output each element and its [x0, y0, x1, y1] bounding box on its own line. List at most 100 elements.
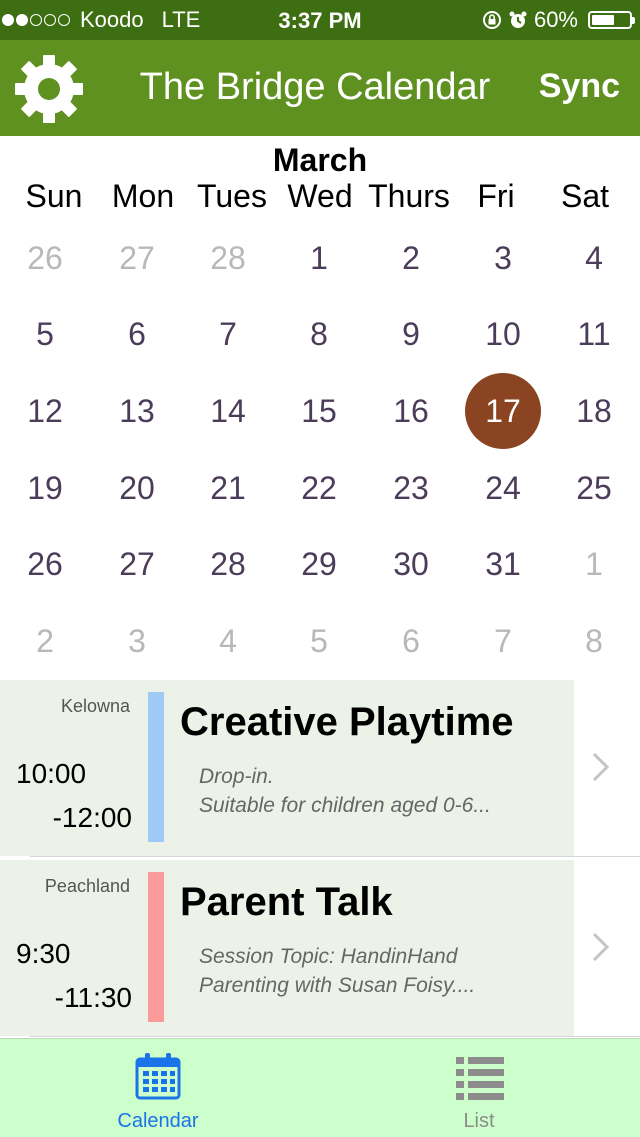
calendar-day-number: 4	[219, 623, 237, 659]
calendar-day-number: 21	[210, 469, 246, 506]
weekday-label: Mon	[111, 178, 175, 214]
calendar-day[interactable]: 2	[371, 220, 451, 296]
calendar-day[interactable]: 5	[5, 297, 85, 373]
weekday-label: Thurs	[368, 178, 450, 214]
calendar-day[interactable]: 28	[188, 527, 268, 603]
event-end-time: -12:00	[52, 802, 132, 833]
battery-icon	[588, 11, 635, 29]
calendar-day[interactable]: 7	[188, 297, 268, 373]
calendar-day[interactable]: 26	[5, 527, 85, 603]
sync-button[interactable]: Sync	[539, 67, 620, 106]
event-description-line: Suitable for children aged 0-6...	[199, 794, 491, 817]
event-title: Parent Talk	[180, 880, 393, 924]
calendar-day[interactable]: 29	[279, 527, 359, 603]
chevron-right-icon	[592, 932, 610, 962]
calendar-day[interactable]: 27	[97, 220, 177, 296]
event-location: Kelowna	[60, 696, 130, 716]
calendar-day-number: 20	[119, 469, 155, 506]
calendar-day[interactable]: 6	[97, 297, 177, 373]
event-description: Session Topic: HandinHand Parenting with…	[199, 942, 559, 1000]
calendar-day-number: 14	[210, 392, 246, 429]
calendar-day[interactable]: 24	[463, 450, 543, 526]
calendar-day-number: 23	[393, 469, 429, 506]
calendar-day-number: 4	[585, 239, 603, 276]
calendar-day[interactable]: 2	[5, 604, 85, 680]
calendar-day-number: 8	[585, 623, 603, 659]
calendar-day[interactable]: 4	[554, 220, 634, 296]
calendar-day[interactable]: 8	[554, 604, 634, 680]
event-description-line: Drop-in.	[199, 765, 274, 788]
calendar-day-selected[interactable]: 17	[463, 373, 543, 450]
calendar-day[interactable]: 30	[371, 527, 451, 603]
calendar-day[interactable]: 12	[5, 373, 85, 449]
event-start-time: 10:00	[16, 758, 87, 789]
list-icon	[456, 1057, 504, 1100]
calendar-day-number: 9	[402, 316, 420, 353]
calendar-day-number: 7	[219, 316, 237, 353]
calendar-day[interactable]: 21	[188, 450, 268, 526]
orientation-lock-icon	[482, 11, 501, 29]
calendar-day-number: 5	[36, 316, 54, 353]
weekday-header: Sun Mon Tues Wed Thurs Fri Sat	[0, 178, 640, 222]
calendar-day[interactable]: 15	[279, 373, 359, 449]
calendar-day-number: 8	[310, 316, 328, 353]
calendar-day[interactable]: 14	[188, 373, 268, 449]
weekday-label: Tues	[197, 178, 267, 214]
calendar-day-number: 2	[36, 623, 54, 659]
calendar-day[interactable]: 27	[97, 527, 177, 603]
calendar-day[interactable]: 18	[554, 373, 634, 449]
tab-calendar-label: Calendar	[117, 1110, 199, 1132]
calendar-day-number: 1	[585, 546, 603, 583]
calendar-day-number: 27	[119, 546, 155, 583]
calendar-day-number: 25	[576, 469, 612, 506]
calendar-day[interactable]: 1	[279, 220, 359, 296]
calendar-day[interactable]: 31	[463, 527, 543, 603]
calendar-day[interactable]: 7	[463, 604, 543, 680]
calendar-day[interactable]: 3	[463, 220, 543, 296]
calendar-day-number: 17	[465, 373, 541, 450]
calendar-day[interactable]: 20	[97, 450, 177, 526]
calendar-day-number: 28	[210, 239, 246, 276]
calendar-day[interactable]: 11	[554, 297, 634, 373]
calendar-day-number: 6	[128, 316, 146, 353]
tab-list[interactable]: List	[399, 1039, 559, 1137]
calendar-day[interactable]: 19	[5, 450, 85, 526]
event-location: Peachland	[44, 876, 130, 896]
chevron-right-icon	[592, 752, 610, 782]
calendar-day-number: 2	[402, 239, 420, 276]
tab-list-label: List	[463, 1110, 495, 1132]
calendar-day[interactable]: 25	[554, 450, 634, 526]
calendar-day[interactable]: 16	[371, 373, 451, 449]
tab-calendar[interactable]: Calendar	[78, 1039, 238, 1137]
calendar-day[interactable]: 10	[463, 297, 543, 373]
calendar-day[interactable]: 1	[554, 527, 634, 603]
calendar-day[interactable]: 22	[279, 450, 359, 526]
calendar-day[interactable]: 8	[279, 297, 359, 373]
calendar-day-number: 24	[485, 469, 521, 506]
calendar-day[interactable]: 26	[5, 220, 85, 296]
calendar-day[interactable]: 9	[371, 297, 451, 373]
event-color-bar	[148, 692, 164, 842]
calendar-day[interactable]: 6	[371, 604, 451, 680]
battery-percent: 60%	[533, 7, 578, 32]
calendar-day[interactable]: 5	[279, 604, 359, 680]
calendar-day-number: 7	[494, 623, 512, 659]
calendar-day[interactable]: 23	[371, 450, 451, 526]
calendar-day[interactable]: 28	[188, 220, 268, 296]
event-row[interactable]: Peachland 9:30 -11:30 Parent Talk Sessio…	[0, 860, 640, 1036]
weekday-label: Sat	[560, 178, 610, 214]
calendar-icon	[135, 1053, 181, 1100]
event-description-line: Session Topic: HandinHand	[199, 945, 458, 968]
calendar-day-number: 18	[576, 392, 612, 429]
event-row[interactable]: Kelowna 10:00 -12:00 Creative Playtime D…	[0, 680, 640, 856]
calendar-day[interactable]: 4	[188, 604, 268, 680]
calendar-day-number: 28	[210, 546, 246, 583]
calendar-day[interactable]: 3	[97, 604, 177, 680]
calendar-day-number: 22	[301, 469, 337, 506]
calendar-day-number: 26	[27, 546, 63, 583]
calendar-day[interactable]: 13	[97, 373, 177, 449]
calendar-day-number: 29	[301, 546, 337, 583]
weekday-label: Wed	[287, 178, 353, 214]
month-title: March	[272, 142, 368, 178]
calendar-day-number: 12	[27, 392, 63, 429]
